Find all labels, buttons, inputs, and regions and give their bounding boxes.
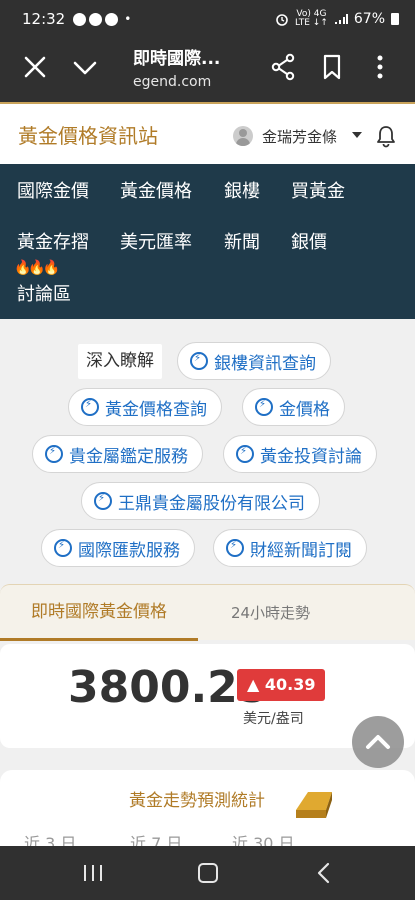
link-label: 國際匯款服務: [78, 540, 180, 561]
bolt-icon: [81, 398, 99, 416]
nav-item-international-gold-price[interactable]: 國際金價: [17, 177, 89, 203]
bolt-icon: [236, 445, 254, 463]
bolt-icon: [45, 445, 63, 463]
back-icon[interactable]: [316, 862, 332, 884]
link-wangding-precious-metals[interactable]: 王鼎貴金屬股份有限公司: [81, 482, 320, 520]
scroll-up-button[interactable]: [352, 716, 404, 768]
share-icon[interactable]: [270, 53, 296, 81]
up-arrow-icon: ▲: [247, 675, 265, 694]
link-label: 黃金價格查詢: [105, 399, 207, 420]
notification-icons: [73, 12, 119, 26]
nav-item-news[interactable]: 新聞: [224, 228, 260, 254]
main-nav: 國際金價 黃金價格 銀樓 買黃金 黃金存摺 美元匯率 新聞 銀價 🔥🔥🔥 討論區: [0, 164, 415, 319]
nav-item-gold-price[interactable]: 黃金價格: [120, 177, 192, 203]
url-text[interactable]: egend.com: [133, 74, 211, 90]
more-vertical-icon[interactable]: [372, 53, 388, 81]
battery-icon: [391, 13, 399, 25]
link-gold-price-query[interactable]: 黃金價格查詢: [68, 388, 222, 426]
more-notifications-dot: •: [124, 12, 132, 26]
price-tabs: 即時國際黃金價格 24小時走勢: [0, 584, 415, 641]
bolt-icon: [190, 352, 208, 370]
fire-icon: 🔥🔥🔥: [14, 260, 60, 276]
link-label: 財經新聞訂閱: [250, 540, 352, 561]
link-international-remittance[interactable]: 國際匯款服務: [41, 529, 195, 567]
messenger-icon: [89, 12, 103, 26]
link-label: 貴金屬鑑定服務: [69, 446, 188, 467]
home-icon[interactable]: [198, 863, 218, 883]
price-change-badge: ▲ 40.39: [237, 669, 326, 701]
bookmark-icon[interactable]: [320, 53, 344, 81]
gold-bar-icon: [296, 792, 332, 818]
battery-percent: 67%: [353, 11, 385, 27]
line-app-icon: [73, 12, 87, 26]
chevron-down-icon[interactable]: [72, 56, 98, 80]
close-icon[interactable]: [22, 54, 48, 80]
price-unit: 美元/盎司: [243, 711, 304, 727]
link-label: 王鼎貴金屬股份有限公司: [118, 493, 305, 514]
messenger-icon: [105, 12, 119, 26]
bolt-icon: [94, 492, 112, 510]
trend-forecast-card: 黃金走勢預測統計 近 3 日 近 7 日 近 30 日: [0, 770, 415, 853]
nav-item-buy-gold[interactable]: 買黃金: [291, 177, 345, 203]
link-label: 金價格: [279, 399, 330, 420]
page-title[interactable]: 即時國際...: [133, 44, 243, 69]
nav-item-silver-price[interactable]: 銀價: [291, 228, 327, 254]
site-logo[interactable]: 黃金價格資訊站: [18, 120, 158, 149]
dropdown-caret-icon[interactable]: [352, 132, 362, 138]
system-nav-bar: [0, 846, 415, 900]
recent-apps-icon[interactable]: [82, 864, 104, 882]
nav-item-jewelry-store[interactable]: 銀樓: [224, 177, 260, 203]
browser-toolbar: 即時國際... egend.com: [0, 38, 415, 102]
link-label: 黃金投資討論: [260, 446, 362, 467]
signal-icon: [334, 14, 348, 24]
nav-item-forum[interactable]: 討論區: [17, 280, 71, 306]
username[interactable]: 金瑞芳金條: [262, 126, 337, 147]
site-header: 黃金價格資訊站 金瑞芳金條: [0, 102, 415, 164]
link-jewelry-info[interactable]: 銀樓資訊查詢: [177, 342, 331, 380]
bolt-icon: [226, 539, 244, 557]
status-bar: 12:32 • Vo) 4G LTE ↓↑ 67%: [0, 0, 415, 38]
chevron-up-icon: [366, 735, 390, 749]
network-indicator: Vo) 4G LTE ↓↑: [295, 10, 328, 28]
alarm-icon: [276, 14, 288, 26]
nav-item-usd-rate[interactable]: 美元匯率: [120, 228, 192, 254]
tab-24h-trend[interactable]: 24小時走勢: [198, 585, 343, 641]
nav-item-gold-passbook[interactable]: 黃金存摺: [17, 228, 89, 254]
link-precious-metal-appraisal[interactable]: 貴金屬鑑定服務: [32, 435, 203, 473]
link-gold-investment-forum[interactable]: 黃金投資討論: [223, 435, 377, 473]
link-gold-price[interactable]: 金價格: [242, 388, 345, 426]
quick-links: 深入瞭解 銀樓資訊查詢 黃金價格查詢 金價格 貴金屬鑑定服務 黃金投資討論 王鼎…: [0, 319, 415, 581]
clock: 12:32: [22, 10, 66, 28]
avatar[interactable]: [233, 126, 253, 146]
link-label: 銀樓資訊查詢: [214, 353, 316, 374]
trend-forecast-title: 黃金走勢預測統計: [129, 791, 265, 811]
bell-icon[interactable]: [375, 124, 397, 148]
price-change-value: 40.39: [264, 675, 316, 694]
link-financial-news-subscription[interactable]: 財經新聞訂閱: [213, 529, 367, 567]
network-subtype: LTE ↓↑: [294, 18, 328, 28]
learn-more-label: 深入瞭解: [78, 344, 162, 379]
bolt-icon: [54, 539, 72, 557]
bolt-icon: [255, 398, 273, 416]
tab-realtime-gold-price[interactable]: 即時國際黃金價格: [0, 585, 198, 641]
